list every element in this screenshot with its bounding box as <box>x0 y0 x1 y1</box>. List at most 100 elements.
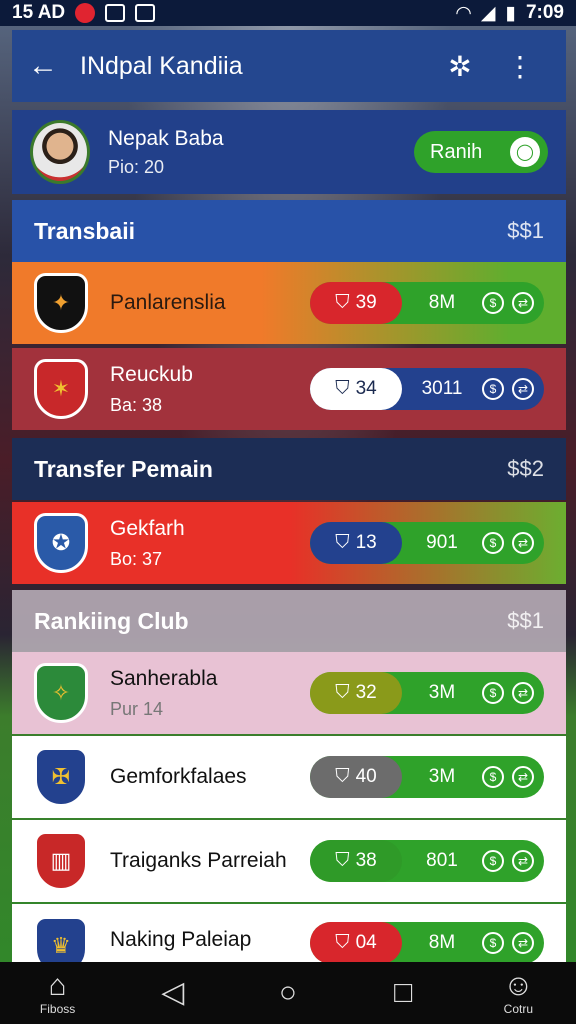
section-header-transfer-pemain: Transfer Pemain $$2 <box>12 438 566 500</box>
nav-profile-label: Cotru <box>503 1002 534 1016</box>
pill-rating: ⛉ 32 <box>310 672 402 714</box>
pill-price: 901 <box>426 532 458 553</box>
navigation-bar: ⌂ Fiboss ◁ ○ □ ☺ Cotru <box>0 962 576 1024</box>
home-circle-icon: ○ <box>278 976 298 1009</box>
camera-notification-icon <box>135 4 156 22</box>
pill-price: 3M <box>428 682 456 703</box>
list-item[interactable]: ♛ Naking Paleiap ⛉ 04 8M $ ⇄ <box>12 904 566 962</box>
rating-value: 39 <box>355 292 377 313</box>
section-title: Transbaii <box>34 217 135 244</box>
transfer-icon[interactable]: ⇄ <box>512 682 534 704</box>
nav-profile[interactable]: ☺ Cotru <box>473 969 563 1017</box>
club-name: Reuckub <box>110 362 193 386</box>
app-notification-icon <box>105 4 126 22</box>
money-icon[interactable]: $ <box>482 292 504 314</box>
club-crest-icon: ♛ <box>34 916 88 962</box>
transfer-icon[interactable]: ⇄ <box>512 292 534 314</box>
back-arrow-icon[interactable]: ← <box>28 49 80 83</box>
list-item[interactable]: ✦ Panlarenslia ⛉ 39 8M $ ⇄ <box>12 262 566 344</box>
nav-recents[interactable]: □ <box>358 977 448 1009</box>
more-options-icon[interactable]: ⋮ <box>490 50 550 83</box>
wifi-icon: ◠ <box>456 2 471 24</box>
section-amount: $$2 <box>507 456 544 481</box>
status-left-text: 15 AD <box>12 2 66 23</box>
recents-square-icon: □ <box>394 976 413 1009</box>
shield-icon: ⛉ <box>335 378 350 399</box>
avatar <box>30 120 90 184</box>
pill-rating: ⛉ 13 <box>310 522 402 564</box>
pill-price: 3M <box>428 766 456 787</box>
app-bar: ← INdpal Kandiia ✲ ⋮ <box>12 30 566 102</box>
section-header-transfer: Transbaii $$1 <box>12 200 566 262</box>
back-triangle-icon: ◁ <box>161 976 185 1009</box>
rating-value: 38 <box>355 850 377 871</box>
pill-rating: ⛉ 39 <box>310 282 402 324</box>
transfer-icon[interactable]: ⇄ <box>512 378 534 400</box>
status-bar: 15 AD ◠ ◢ ▮ 7:09 <box>0 0 576 26</box>
transfer-pill[interactable]: ⛉ 38 801 $ ⇄ <box>310 840 544 882</box>
page-title: INdpal Kandiia <box>80 51 243 80</box>
club-crest-icon: ▥ <box>34 831 88 891</box>
transfer-icon[interactable]: ⇄ <box>512 532 534 554</box>
nav-back[interactable]: ◁ <box>128 977 218 1009</box>
profile-icon: ☺ <box>503 969 534 1002</box>
shield-icon: ⛉ <box>335 292 350 313</box>
club-name: Panlarenslia <box>110 291 226 314</box>
club-name: Traiganks Parreiah <box>110 849 287 872</box>
home-icon: ⌂ <box>48 969 67 1002</box>
section-title: Rankiing Club <box>34 607 189 634</box>
club-crest-icon: ✦ <box>34 273 88 333</box>
pill-price: 801 <box>426 850 458 871</box>
transfer-pill[interactable]: ⛉ 32 3M $ ⇄ <box>310 672 544 714</box>
transfer-pill[interactable]: ⛉ 40 3M $ ⇄ <box>310 756 544 798</box>
transfer-pill[interactable]: ⛉ 39 8M $ ⇄ <box>310 282 544 324</box>
rating-value: 04 <box>355 932 377 953</box>
list-item[interactable]: ▥ Traiganks Parreiah ⛉ 38 801 $ ⇄ <box>12 820 566 902</box>
transfer-icon[interactable]: ⇄ <box>512 766 534 788</box>
section-title: Transfer Pemain <box>34 455 213 482</box>
transfer-pill[interactable]: ⛉ 04 8M $ ⇄ <box>310 922 544 962</box>
nav-home[interactable]: ⌂ Fiboss <box>13 969 103 1017</box>
club-name: Gekfarh <box>110 516 185 540</box>
money-icon[interactable]: $ <box>482 766 504 788</box>
shirt-icon: ⛉ <box>335 682 350 703</box>
battery-icon: ▮ <box>505 2 516 24</box>
club-name: Sanherabla <box>110 666 218 690</box>
club-sub: Ba: 38 <box>110 394 163 415</box>
pill-rating: ⛉ 38 <box>310 840 402 882</box>
pill-rating: ⛉ 40 <box>310 756 402 798</box>
list-item[interactable]: ✪ Gekfarh Bo: 37 ⛉ 13 901 $ ⇄ <box>12 502 566 584</box>
list-item[interactable]: ✠ Gemforkfalaes ⛉ 40 3M $ ⇄ <box>12 736 566 818</box>
shield-icon: ⛉ <box>335 932 350 953</box>
shirt-icon: ⛉ <box>335 850 350 871</box>
club-sub: Bo: 37 <box>110 548 163 569</box>
player-profile-card[interactable]: Nepak Baba Pio: 20 Ranih ◯ <box>12 110 566 194</box>
list-item[interactable]: ✶ Reuckub Ba: 38 ⛉ 34 3011 $ ⇄ <box>12 348 566 430</box>
club-crest-icon: ✧ <box>34 663 88 723</box>
rating-value: 13 <box>355 532 377 553</box>
transfer-icon[interactable]: ⇄ <box>512 850 534 872</box>
money-icon[interactable]: $ <box>482 850 504 872</box>
list-item[interactable]: ✧ Sanherabla Pur 14 ⛉ 32 3M $ ⇄ <box>12 652 566 734</box>
status-time: 7:09 <box>525 2 564 23</box>
rating-value: 32 <box>355 682 377 703</box>
money-icon[interactable]: $ <box>482 682 504 704</box>
money-icon[interactable]: $ <box>482 532 504 554</box>
settings-gear-icon[interactable]: ✲ <box>430 50 490 83</box>
shield-icon: ⛉ <box>335 532 350 553</box>
pill-rating: ⛉ 04 <box>310 922 402 962</box>
transfer-icon[interactable]: ⇄ <box>512 932 534 954</box>
transfer-pill[interactable]: ⛉ 13 901 $ ⇄ <box>310 522 544 564</box>
section-amount: $$1 <box>507 608 544 633</box>
club-sub: Pur 14 <box>110 698 164 719</box>
nav-home-circle[interactable]: ○ <box>243 977 333 1009</box>
rating-value: 40 <box>355 766 377 787</box>
money-icon[interactable]: $ <box>482 378 504 400</box>
pill-rating: ⛉ 34 <box>310 368 402 410</box>
transfer-pill[interactable]: ⛉ 34 3011 $ ⇄ <box>310 368 544 410</box>
club-name: Gemforkfalaes <box>110 765 247 788</box>
money-icon[interactable]: $ <box>482 932 504 954</box>
ranking-toggle[interactable]: Ranih ◯ <box>414 131 548 173</box>
signal-icon: ◢ <box>480 2 496 24</box>
shirt-icon: ⛉ <box>335 766 350 787</box>
